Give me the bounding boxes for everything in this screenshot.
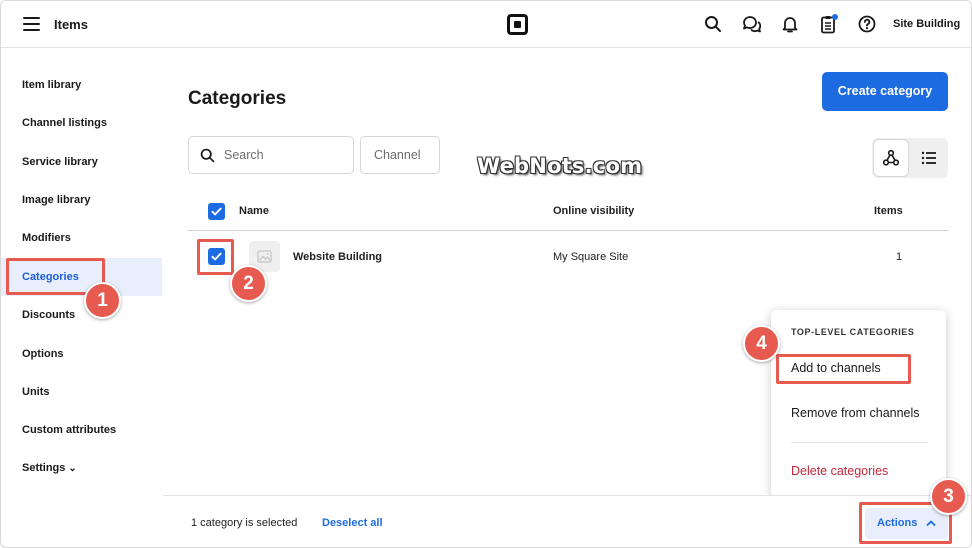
messages-icon[interactable]: [741, 14, 762, 34]
column-header-visibility[interactable]: Online visibility: [553, 205, 634, 217]
chevron-up-icon: [926, 520, 936, 526]
table-divider: [188, 230, 948, 231]
category-visibility: My Square Site: [553, 251, 629, 263]
chevron-down-icon: ⌄: [68, 463, 77, 474]
page-title: Categories: [188, 88, 287, 109]
actions-menu: TOP-LEVEL CATEGORIES Add to channels Rem…: [771, 310, 946, 498]
actions-button[interactable]: Actions: [865, 508, 948, 539]
sidebar-item-categories[interactable]: Categories: [1, 258, 162, 296]
deselect-all-link[interactable]: Deselect all: [322, 517, 383, 529]
watermark: WebNots.com: [477, 154, 643, 178]
sidebar-item-channel-listings[interactable]: Channel listings: [1, 104, 162, 142]
menu-icon[interactable]: [23, 17, 40, 31]
sidebar-item-image-library[interactable]: Image library: [1, 181, 162, 219]
actions-label: Actions: [877, 517, 918, 529]
list-view-icon[interactable]: [912, 140, 946, 176]
notification-dot: [832, 14, 838, 20]
sidebar-item-modifiers[interactable]: Modifiers: [1, 219, 162, 257]
sidebar-item-units[interactable]: Units: [1, 373, 162, 411]
create-category-button[interactable]: Create category: [822, 72, 948, 111]
search-icon: [200, 148, 215, 163]
sidebar-item-label: Settings: [22, 462, 66, 474]
check-icon: [211, 207, 222, 216]
column-header-items[interactable]: Items: [874, 205, 903, 217]
category-name[interactable]: Website Building: [293, 251, 382, 263]
square-logo-icon[interactable]: [507, 14, 528, 35]
app-title: Items: [54, 17, 88, 32]
search-field[interactable]: [188, 136, 354, 174]
column-header-name[interactable]: Name: [239, 205, 269, 217]
sidebar-item-service-library[interactable]: Service library: [1, 143, 162, 181]
search-input[interactable]: [224, 145, 344, 165]
selection-bar: 1 category is selected Deselect all Acti…: [163, 495, 971, 547]
remove-from-channels-item[interactable]: Remove from channels: [791, 406, 920, 420]
add-to-channels-item[interactable]: Add to channels: [791, 361, 881, 375]
tree-view-icon[interactable]: [874, 140, 908, 176]
menu-heading: TOP-LEVEL CATEGORIES: [791, 327, 915, 337]
view-toggle: [872, 138, 948, 178]
help-icon[interactable]: [857, 14, 877, 34]
step-badge-1: 1: [84, 282, 121, 319]
sidebar-item-discounts[interactable]: Discounts: [1, 296, 162, 334]
search-icon[interactable]: [703, 14, 723, 34]
sidebar-item-settings[interactable]: Settings ⌄: [1, 449, 162, 487]
row-checkbox[interactable]: [208, 248, 225, 265]
sidebar-item-custom-attributes[interactable]: Custom attributes: [1, 411, 162, 449]
step-badge-2: 2: [230, 265, 267, 302]
channel-filter[interactable]: Channel: [360, 136, 440, 174]
notifications-icon[interactable]: [780, 14, 800, 34]
sidebar: Item library Channel listings Service li…: [1, 48, 163, 547]
clipboard-icon[interactable]: [818, 14, 838, 34]
app-window: Items Site Building Item library Channel…: [0, 0, 972, 548]
image-placeholder-icon: [257, 250, 272, 263]
check-icon: [211, 252, 222, 261]
site-name[interactable]: Site Building: [893, 18, 960, 30]
sidebar-item-options[interactable]: Options: [1, 335, 162, 373]
sidebar-item-item-library[interactable]: Item library: [1, 66, 162, 104]
top-header: Items Site Building: [1, 1, 971, 48]
step-badge-4: 4: [743, 325, 780, 362]
step-badge-3: 3: [930, 478, 967, 515]
selection-count: 1 category is selected: [191, 517, 298, 529]
menu-divider: [791, 442, 927, 443]
select-all-checkbox[interactable]: [208, 203, 225, 220]
delete-categories-item[interactable]: Delete categories: [791, 464, 888, 478]
category-item-count: 1: [896, 251, 903, 263]
